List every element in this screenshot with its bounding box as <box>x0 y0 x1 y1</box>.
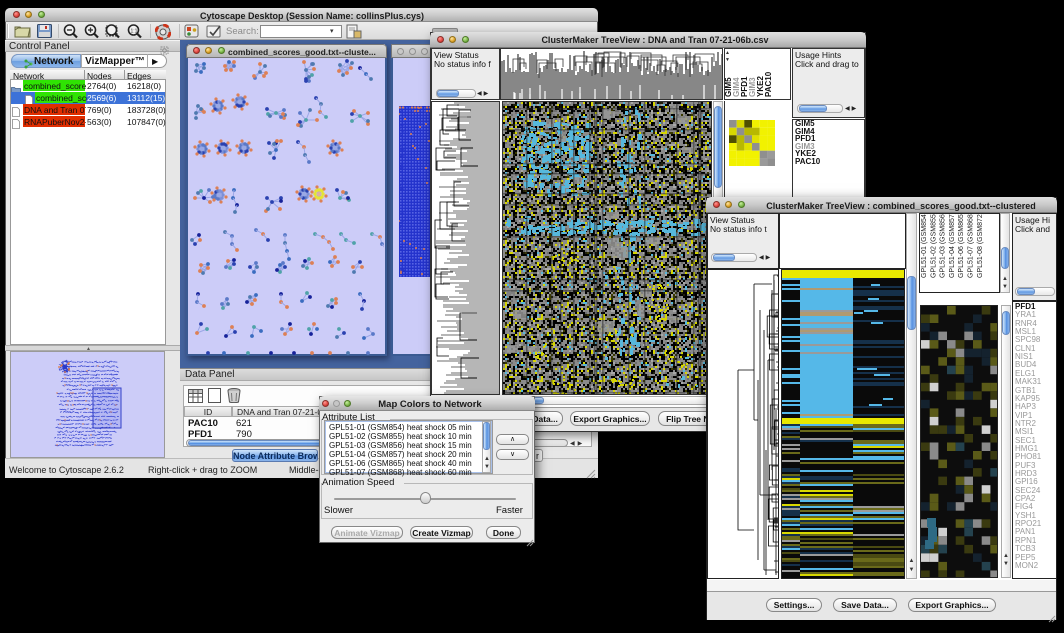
svg-text:GPL51-08 (GSM872): GPL51-08 (GSM872) <box>977 213 984 278</box>
svg-text:GPL51-02 (GSM855): GPL51-02 (GSM855) <box>930 213 937 278</box>
svg-text:GPL51-04 (GSM857): GPL51-04 (GSM857) <box>949 213 956 278</box>
svg-text:1:1: 1:1 <box>131 29 138 35</box>
svg-text:PAC10: PAC10 <box>764 71 773 97</box>
svg-text:GPL51-01 (GSM854): GPL51-01 (GSM854) <box>921 213 928 278</box>
svg-text:GPL51-03 (GSM856): GPL51-03 (GSM856) <box>940 213 947 278</box>
svg-text:GPL51-06 (GSM865): GPL51-06 (GSM865) <box>958 213 965 278</box>
svg-text:GPL51-07 (GSM868): GPL51-07 (GSM868) <box>968 213 975 278</box>
